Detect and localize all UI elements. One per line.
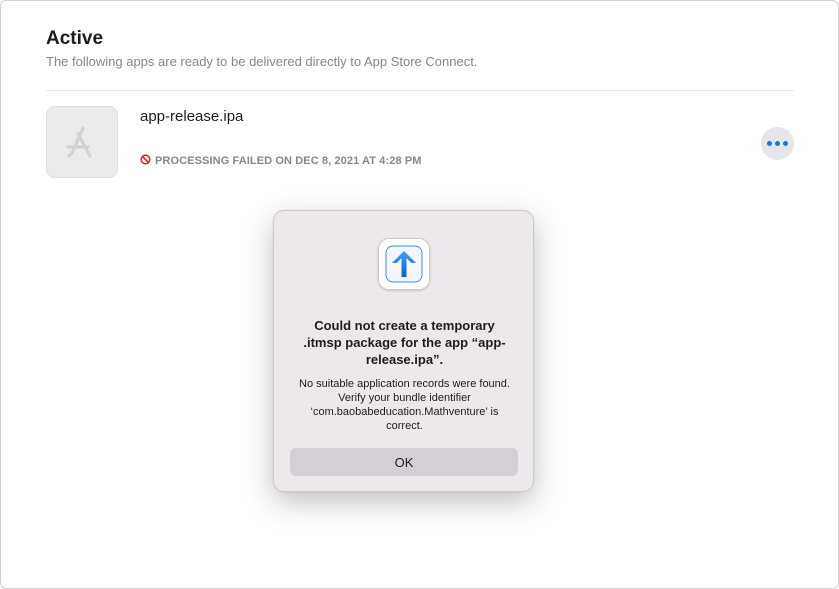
upload-arrow-icon (378, 238, 430, 290)
processing-status: PROCESSING FAILED ON DEC 8, 2021 AT 4:28… (140, 154, 422, 168)
status-text: PROCESSING FAILED ON DEC 8, 2021 AT 4:28… (155, 155, 422, 167)
dialog-title: Could not create a temporary .itmsp pack… (303, 318, 506, 367)
section-title: Active (46, 28, 104, 49)
transporter-window: Active The following apps are ready to b… (0, 0, 839, 589)
ellipsis-dot (775, 141, 780, 146)
app-list-item[interactable]: app-release.ipa PROCESSING FAILED ON DEC… (46, 106, 794, 180)
divider (46, 90, 794, 91)
section-subtitle: The following apps are ready to be deliv… (46, 54, 478, 69)
app-store-icon (46, 106, 118, 178)
prohibited-icon (140, 154, 151, 168)
dialog-message: No suitable application records were fou… (299, 378, 510, 432)
ellipsis-dot (783, 141, 788, 146)
error-dialog: Could not create a temporary .itmsp pack… (273, 210, 534, 492)
app-name: app-release.ipa (140, 108, 244, 125)
ellipsis-icon (767, 141, 772, 146)
more-options-button[interactable] (761, 127, 794, 160)
ok-button[interactable]: OK (290, 448, 518, 476)
